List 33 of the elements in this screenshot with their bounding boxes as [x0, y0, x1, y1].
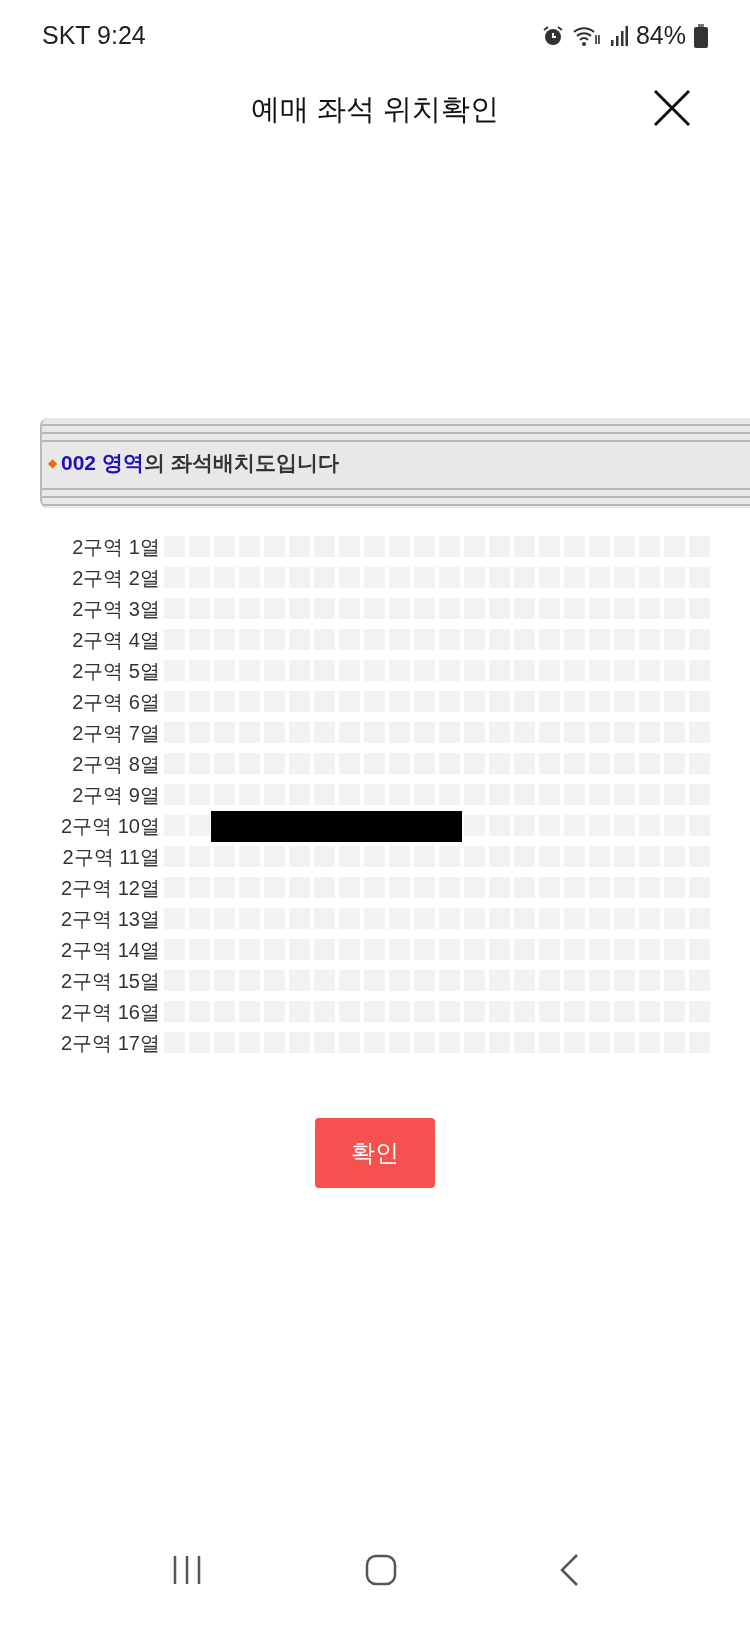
row-label: 2구역 15열 [60, 968, 161, 994]
home-icon[interactable] [365, 1554, 397, 1586]
bullet-icon: ◆ [48, 454, 57, 472]
row-label: 2구역 9열 [71, 782, 161, 808]
row-label: 2구역 12열 [60, 875, 161, 901]
alarm-icon [541, 25, 564, 47]
row-label: 2구역 17열 [60, 1030, 161, 1056]
row-label: 2구역 3열 [71, 596, 161, 622]
signal-icon [609, 26, 628, 46]
banner-text: 002 영역의 좌석배치도입니다 [61, 450, 339, 477]
close-button[interactable] [652, 88, 692, 128]
status-time: SKT 9:24 [42, 20, 146, 52]
confirm-button[interactable]: 확인 [315, 1118, 435, 1188]
row-label: 2구역 11열 [61, 844, 161, 870]
back-icon[interactable] [559, 1553, 579, 1587]
page-title: 예매 좌석 위치확인 [250, 92, 500, 128]
recent-apps-icon[interactable] [171, 1554, 203, 1586]
row-label: 2구역 6열 [71, 689, 161, 715]
row-label: 2구역 8열 [71, 751, 161, 777]
row-label: 2구역 10열 [60, 813, 161, 839]
row-label: 2구역 4열 [71, 627, 161, 653]
wifi-icon [571, 25, 602, 47]
row-label: 2구역 2열 [71, 565, 161, 591]
row-label: 2구역 1열 [71, 534, 161, 560]
battery-icon [694, 24, 708, 48]
row-label: 2구역 7열 [71, 720, 161, 746]
row-label: 2구역 13열 [60, 906, 161, 932]
battery-percent: 84% [635, 20, 686, 52]
row-label: 2구역 5열 [71, 658, 161, 684]
close-icon [653, 89, 691, 127]
row-label: 2구역 14열 [60, 937, 161, 963]
row-label: 2구역 16열 [60, 999, 161, 1025]
seat[interactable] [189, 815, 210, 836]
